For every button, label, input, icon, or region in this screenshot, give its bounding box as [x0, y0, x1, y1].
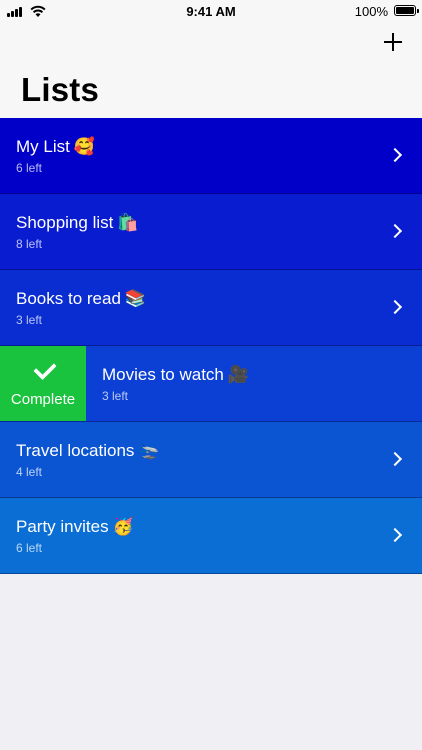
- list-item-title: Travel locations 🛬: [16, 441, 160, 460]
- complete-action-label: Complete: [10, 391, 76, 408]
- list-item-travel-locations[interactable]: Travel locations 🛬 4 left: [0, 422, 422, 498]
- page-title: Lists: [21, 71, 100, 108]
- battery-percentage: 100%: [354, 4, 388, 19]
- list-item-books-to-read[interactable]: Books to read 📚 3 left: [0, 270, 422, 346]
- list-item-count: 6 left: [16, 541, 43, 555]
- list-item-content: My List 🥰 6 left: [0, 118, 422, 193]
- list-item-count: 4 left: [16, 465, 43, 479]
- list-item-content: Movies to watch 🎥 3 left: [86, 346, 422, 421]
- list-item-content: Books to read 📚 3 left: [0, 270, 422, 345]
- list-item-title: My List 🥰: [16, 137, 96, 156]
- lists-list: My List 🥰 6 left Shopping list 🛍️ 8 left B…: [0, 118, 422, 574]
- list-item-count: 6 left: [16, 161, 43, 175]
- list-item-count: 3 left: [102, 389, 129, 403]
- airplane-arrival-icon: 🛬: [138, 441, 160, 460]
- chevron-right-icon: [387, 451, 403, 467]
- chevron-right-icon: [387, 147, 403, 163]
- add-list-button[interactable]: [382, 31, 404, 53]
- checkmark-icon: [33, 356, 57, 381]
- list-item-title: Party invites 🥳: [16, 517, 134, 536]
- battery-icon: [394, 5, 419, 16]
- list-item-movies-to-watch[interactable]: Complete Movies to watch 🎥 3 left: [0, 346, 422, 422]
- movie-camera-icon: 🎥: [227, 365, 250, 384]
- status-bar: 9:41 AM 100%: [0, 0, 422, 22]
- list-item-title: Books to read 📚: [16, 289, 147, 308]
- partying-face-icon: 🥳: [112, 517, 134, 536]
- shopping-bags-icon: 🛍️: [117, 213, 139, 232]
- list-item-title: Movies to watch 🎥: [102, 365, 250, 384]
- smiling-face-hearts-icon: 🥰: [73, 137, 96, 156]
- lists-screen: 9:41 AM 100% Lists My List 🥰 6 left Shopp…: [0, 0, 422, 750]
- list-item-shopping-list[interactable]: Shopping list 🛍️ 8 left: [0, 194, 422, 270]
- list-item-content: Travel locations 🛬 4 left: [0, 422, 422, 497]
- chevron-right-icon: [387, 527, 403, 543]
- list-item-content: Shopping list 🛍️ 8 left: [0, 194, 422, 269]
- list-item-title: Shopping list 🛍️: [16, 213, 139, 232]
- list-item-count: 3 left: [16, 313, 43, 327]
- list-item-count: 8 left: [16, 237, 43, 251]
- list-item-party-invites[interactable]: Party invites 🥳 6 left: [0, 498, 422, 574]
- chevron-right-icon: [387, 223, 403, 239]
- list-item-my-list[interactable]: My List 🥰 6 left: [0, 118, 422, 194]
- complete-swipe-action-button[interactable]: Complete: [0, 346, 86, 421]
- books-icon: 📚: [124, 289, 147, 308]
- chevron-right-icon: [387, 299, 403, 315]
- navigation-header: 9:41 AM 100% Lists: [0, 0, 422, 118]
- list-item-content: Party invites 🥳 6 left: [0, 498, 422, 573]
